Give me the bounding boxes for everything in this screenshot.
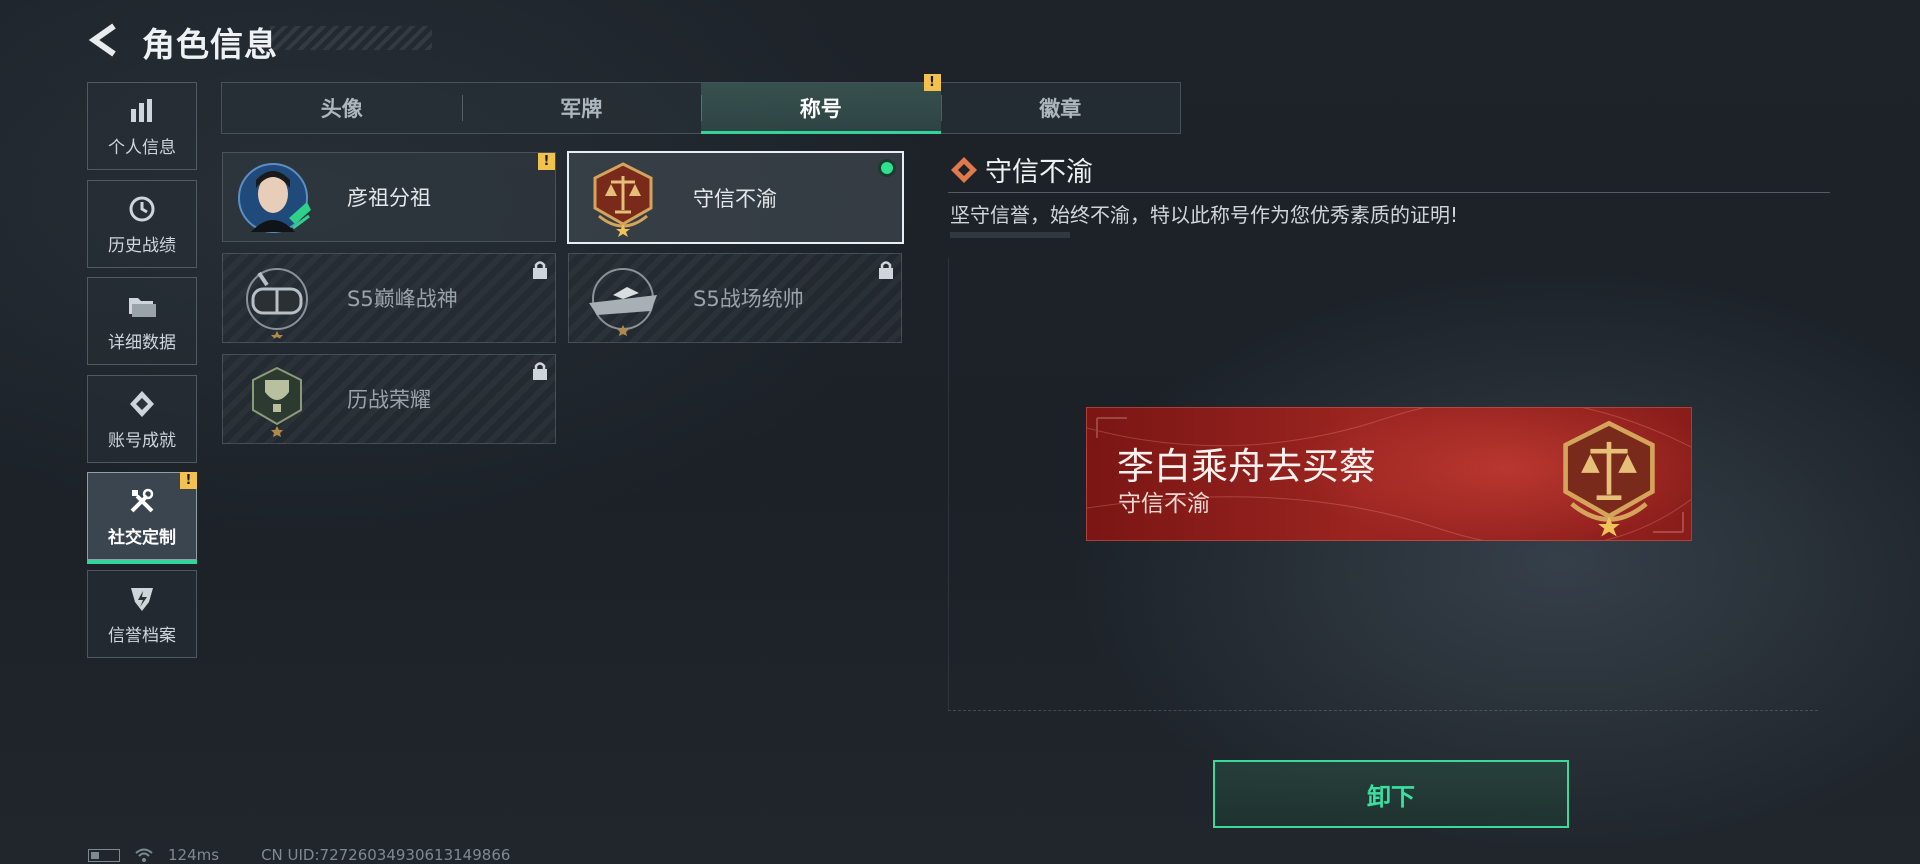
title-name: S5巅峰战神 (347, 287, 458, 311)
divider (948, 710, 1818, 711)
title-name: S5战场统帅 (693, 287, 804, 311)
tab-badge[interactable]: 徽章 (940, 83, 1181, 133)
status-bar: 124ms CN UID:72726034930613149866 (88, 846, 510, 864)
back-arrow-icon (88, 23, 116, 57)
warning-badge: ! (923, 74, 941, 91)
preview-title: 守信不渝 (1118, 491, 1210, 517)
category-tabs: 头像 军牌 称号 ! 徽章 (221, 74, 1181, 134)
sidebar-item-history[interactable]: 历史战绩 (87, 180, 197, 268)
sidebar-item-label: 账号成就 (108, 430, 176, 451)
warship-icon (583, 259, 663, 339)
sidebar-item-label: 社交定制 (108, 527, 176, 548)
preview-player-name: 李白乘舟去买蔡 (1117, 445, 1376, 488)
title-card-locked[interactable]: S5巅峰战神 (222, 253, 556, 343)
back-button[interactable] (86, 20, 122, 60)
detail-description: 坚守信誉，始终不渝，特以此称号作为您优秀素质的证明! (950, 203, 1459, 227)
sidebar-item-label: 历史战绩 (108, 235, 176, 256)
ping-value: 124ms (168, 846, 220, 864)
equipped-indicator-icon (878, 159, 896, 177)
title-preview-banner: 李白乘舟去买蔡 守信不渝 (1086, 407, 1692, 541)
lock-icon (879, 261, 893, 279)
divider (948, 192, 1830, 193)
portrait-avatar-icon (237, 158, 317, 238)
achievement-icon (126, 388, 158, 420)
tab-avatar[interactable]: 头像 (222, 83, 462, 133)
title-diamond-icon (951, 157, 977, 183)
title-card-selected[interactable]: 守信不渝 (567, 151, 904, 244)
sidebar-item-achievements[interactable]: 账号成就 (87, 375, 197, 463)
warning-badge: ! (538, 153, 555, 170)
sidebar-item-label: 详细数据 (108, 332, 176, 353)
uid-text: CN UID:72726034930613149866 (261, 846, 511, 864)
lock-icon (533, 261, 547, 279)
lock-icon (533, 362, 547, 380)
sidebar-item-personal-info[interactable]: 个人信息 (87, 82, 197, 170)
trophy-icon (237, 360, 317, 440)
scales-emblem-icon (1547, 414, 1671, 538)
title-card[interactable]: 彦祖分祖 ! (222, 152, 556, 242)
sidebar-item-label: 信誉档案 (108, 625, 176, 646)
battery-icon (88, 848, 120, 862)
title-name: 历战荣耀 (347, 388, 431, 412)
detail-title: 守信不渝 (985, 157, 1093, 188)
tab-dog-tag[interactable]: 军牌 (461, 83, 702, 133)
sidebar-item-details[interactable]: 详细数据 (87, 277, 197, 365)
scales-emblem-icon (583, 158, 663, 238)
tools-icon (126, 485, 158, 517)
title-name: 彦祖分祖 (347, 186, 431, 210)
unequip-button[interactable]: 卸下 (1213, 760, 1569, 828)
folder-icon (126, 290, 158, 322)
title-card-locked[interactable]: S5战场统帅 (568, 253, 902, 343)
warning-badge: ! (180, 472, 197, 489)
sidebar-item-social-custom[interactable]: 社交定制 ! (87, 472, 197, 564)
diving-mask-icon (237, 259, 317, 339)
page-title: 角色信息 (142, 25, 278, 64)
sidebar-item-reputation[interactable]: 信誉档案 (87, 570, 197, 658)
sidebar-item-label: 个人信息 (108, 137, 176, 158)
wifi-icon (135, 848, 153, 862)
shield-lightning-icon (126, 583, 158, 615)
bar-chart-icon (126, 95, 158, 127)
tab-title[interactable]: 称号 ! (701, 74, 941, 134)
title-decoration (270, 26, 432, 50)
title-name: 守信不渝 (693, 186, 777, 211)
title-card-locked[interactable]: 历战荣耀 (222, 354, 556, 444)
decorative-bar (950, 232, 1070, 238)
history-clock-icon (126, 193, 158, 225)
